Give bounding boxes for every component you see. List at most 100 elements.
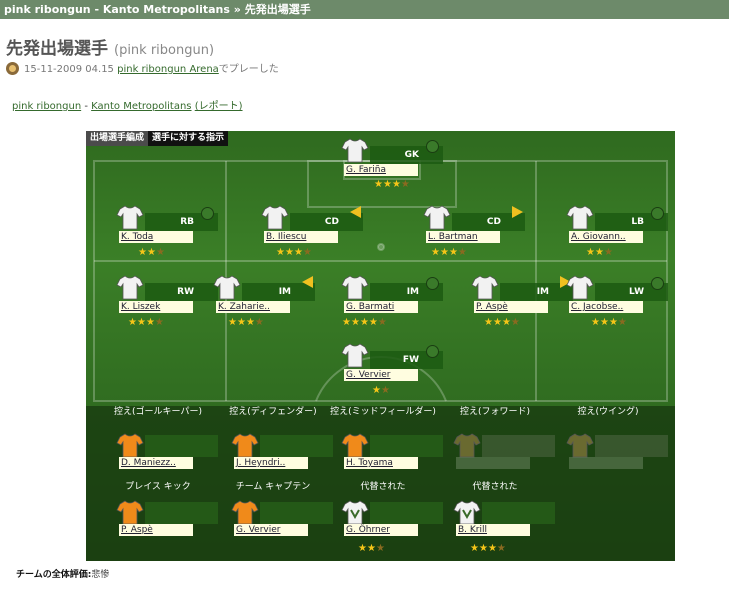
bench-player-name[interactable]: H. Toyama (344, 457, 418, 469)
player-card-gk[interactable]: GK G. Fariña (341, 136, 445, 180)
shirt-icon (261, 205, 289, 230)
star-icon: ★ (391, 179, 401, 190)
bench-player-name[interactable]: J. Heyndri.. (234, 457, 308, 469)
sub-rating-stars: ★★★★ (470, 543, 506, 554)
arena-link[interactable]: pink ribongun Arena (117, 64, 219, 75)
player-name-link[interactable]: B. Iliescu (264, 231, 338, 243)
arrow-left-icon (302, 276, 313, 288)
team-link[interactable]: pink ribongun (12, 101, 81, 112)
star-icon: ★ (136, 317, 146, 328)
special-role-slot[interactable]: G. Vervier (231, 498, 335, 538)
star-icon: ★ (431, 247, 440, 258)
report-link[interactable]: (レポート) (195, 101, 243, 112)
bench-slot[interactable]: J. Heyndri.. (231, 431, 335, 471)
player-name-link[interactable]: G. Fariña (344, 164, 418, 176)
player-position: GK (404, 150, 419, 160)
bench-tag (595, 435, 668, 457)
breadcrumb-sep: - (81, 101, 92, 112)
bench-slot[interactable]: H. Toyama (341, 431, 445, 471)
pitch: 出場選手編成 選手に対する指示 GK G. Fariña ★★★★ RB K. Toda ★… (86, 131, 675, 561)
half-star-icon: ★ (400, 179, 410, 190)
star-icon: ★ (128, 317, 137, 328)
special-role-slot[interactable]: P. Aspè (116, 498, 220, 538)
team-rating-value: 悲惨 (91, 570, 110, 580)
star-icon: ★ (608, 317, 618, 328)
shirt-icon (213, 275, 241, 300)
status-dot-icon (426, 140, 439, 153)
shirt-icon (566, 433, 594, 458)
pitch-tabs: 出場選手編成 選手に対する指示 (86, 131, 229, 146)
player-name-link[interactable]: G. Barmati (344, 301, 418, 313)
tab-instructions[interactable]: 選手に対する指示 (148, 131, 228, 146)
special-role-slot[interactable]: G. Öhrner (341, 498, 445, 538)
player-card-rw[interactable]: RW K. Liszek (116, 273, 220, 317)
breadcrumb: pink ribongun - Kanto Metropolitans (レポー… (12, 97, 243, 112)
player-card-fw[interactable]: FW G. Vervier (341, 341, 445, 385)
special-tag (370, 502, 443, 524)
player-card-lw[interactable]: LW C. Jacobse.. (566, 273, 670, 317)
player-name-link[interactable]: G. Vervier (344, 369, 418, 381)
status-dot-icon (426, 345, 439, 358)
special-role-label: 代替された (360, 482, 406, 492)
page-subtitle: (pink ribongun) (114, 43, 215, 58)
player-position: RW (177, 287, 194, 297)
shirt-icon (116, 500, 144, 525)
sub-rating-stars: ★★★ (358, 543, 385, 554)
star-icon: ★ (478, 543, 488, 554)
tab-lineup[interactable]: 出場選手編成 (86, 131, 149, 146)
player-name-link[interactable]: L. Bartman (426, 231, 500, 243)
player-name-link[interactable]: K. Toda (119, 231, 193, 243)
bench-slot[interactable] (566, 431, 670, 471)
player-name-link[interactable]: K. Liszek (119, 301, 193, 313)
player-name-link[interactable]: P. Aspè (474, 301, 548, 313)
player-name-link[interactable]: C. Jacobse.. (569, 301, 643, 313)
status-dot-icon (651, 277, 664, 290)
bench-tag (482, 435, 555, 457)
player-card-lb[interactable]: LB A. Giovann.. (566, 203, 670, 247)
star-icon: ★ (594, 247, 604, 258)
star-icon: ★ (293, 247, 303, 258)
shirt-icon (453, 500, 481, 525)
bench-slot[interactable]: D. Maniezz.. (116, 431, 220, 471)
star-icon: ★ (366, 543, 376, 554)
player-position: IM (406, 287, 419, 297)
half-star-icon: ★ (457, 247, 467, 258)
star-icon: ★ (492, 317, 502, 328)
special-tag (482, 502, 555, 524)
bench-player-name[interactable]: D. Maniezz.. (119, 457, 193, 469)
player-position: LW (629, 287, 644, 297)
star-icon: ★ (359, 317, 369, 328)
arrow-right-icon (512, 206, 523, 218)
star-icon: ★ (487, 543, 497, 554)
bench-label: 控え(ディフェンダー) (229, 407, 317, 417)
special-role-label: プレイス キック (125, 482, 191, 492)
player-card-rb[interactable]: RB K. Toda (116, 203, 220, 247)
half-star-icon: ★ (375, 543, 385, 554)
player-name-link[interactable]: A. Giovann.. (569, 231, 643, 243)
player-card-im[interactable]: IM K. Zaharie.. (213, 273, 317, 317)
special-player-name[interactable]: P. Aspè (119, 524, 193, 536)
special-player-name[interactable]: G. Öhrner (344, 524, 418, 536)
star-icon: ★ (448, 247, 458, 258)
shirt-icon (341, 500, 369, 525)
bench-slot[interactable] (453, 431, 557, 471)
bench-player-name[interactable] (569, 457, 643, 469)
special-player-name[interactable]: B. Krill (456, 524, 530, 536)
opponent-link[interactable]: Kanto Metropolitans (91, 101, 191, 112)
match-datetime: 15-11-2009 04.15 (24, 64, 114, 75)
player-position: CD (324, 217, 339, 227)
special-player-name[interactable]: G. Vervier (234, 524, 308, 536)
star-icon: ★ (245, 317, 255, 328)
bench-label: 控え(ミッドフィールダー) (330, 407, 436, 417)
bench-player-name[interactable] (456, 457, 530, 469)
half-star-icon: ★ (603, 247, 613, 258)
player-card-cd[interactable]: CD L. Bartman (423, 203, 527, 247)
shirt-icon (566, 205, 594, 230)
special-role-slot[interactable]: B. Krill (453, 498, 557, 538)
player-card-im[interactable]: IM P. Aspè (471, 273, 575, 317)
half-star-icon: ★ (254, 317, 264, 328)
player-card-cd[interactable]: CD B. Iliescu (261, 203, 365, 247)
player-card-im[interactable]: IM G. Barmati (341, 273, 445, 317)
player-rating-stars: ★★★★ (484, 317, 520, 328)
player-name-link[interactable]: K. Zaharie.. (216, 301, 290, 313)
